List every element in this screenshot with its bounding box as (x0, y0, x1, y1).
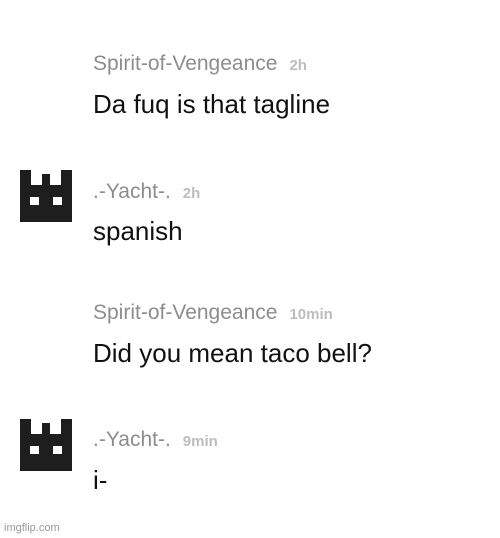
timestamp: 10min (289, 306, 333, 323)
message-text: i- (93, 465, 108, 495)
timestamp: 2h (182, 185, 201, 202)
pixel-cat-icon (20, 419, 72, 471)
message-header: .-Yacht-. 2h (93, 180, 200, 204)
pixel-cat-icon (20, 170, 72, 222)
imgflip-watermark: imgflip.com (4, 522, 60, 534)
author-name[interactable]: .-Yacht-. (93, 428, 171, 451)
pixel-cat-avatar-icon[interactable] (20, 419, 72, 471)
author-name[interactable]: .-Yacht-. (93, 180, 171, 203)
timestamp: 9min (182, 433, 218, 450)
author-name[interactable]: Spirit-of-Vengeance (93, 52, 277, 75)
message-text: Did you mean taco bell? (93, 338, 372, 368)
message-header: Spirit-of-Vengeance 2h (93, 52, 307, 76)
author-name[interactable]: Spirit-of-Vengeance (93, 301, 277, 324)
pixel-cat-avatar-icon[interactable] (20, 170, 72, 222)
timestamp: 2h (289, 57, 307, 74)
message-text: Da fuq is that tagline (93, 89, 331, 119)
message-header: .-Yacht-. 9min (93, 428, 218, 452)
message-header: Spirit-of-Vengeance 10min (93, 301, 333, 325)
message-text: spanish (93, 216, 183, 246)
